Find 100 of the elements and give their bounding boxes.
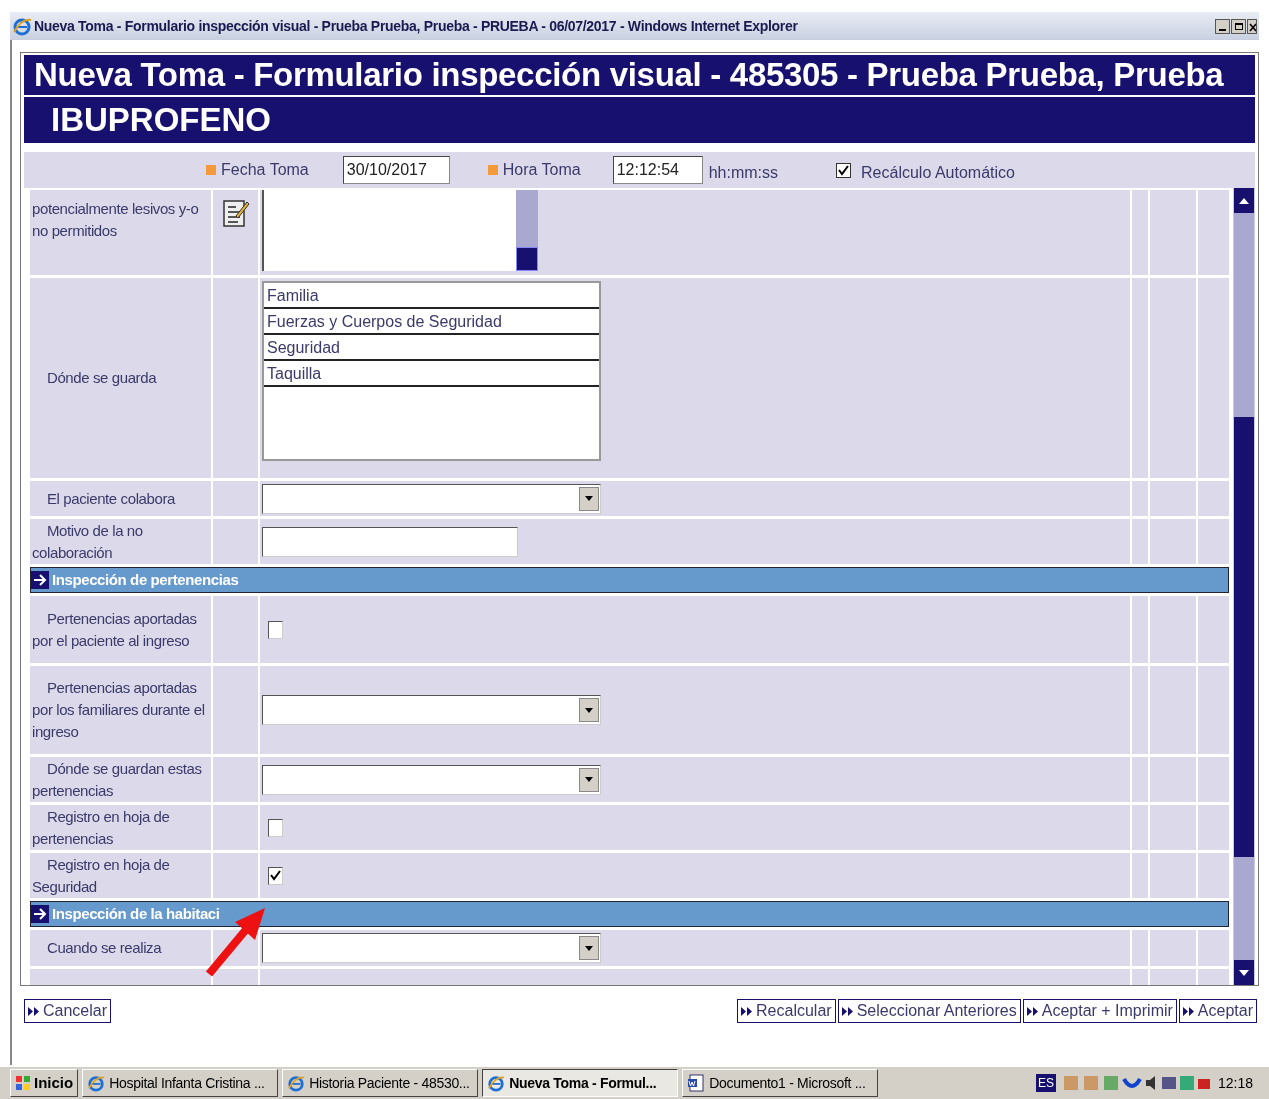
field-label: El paciente colabora bbox=[46, 488, 175, 509]
field-label: Dónde se guarda bbox=[46, 368, 157, 388]
dropdown[interactable] bbox=[262, 483, 601, 514]
checkbox-label: Recálculo Automático bbox=[861, 163, 1015, 183]
field-label: Fecha Toma bbox=[221, 160, 309, 180]
text-area-scrollbar[interactable] bbox=[516, 190, 538, 271]
table-cell bbox=[1132, 757, 1148, 802]
text-field[interactable] bbox=[262, 526, 518, 557]
table-cell bbox=[1132, 596, 1148, 663]
checkbox[interactable] bbox=[268, 620, 283, 639]
field-label: Pertenencias aportadas por los familiares durante el ingreso bbox=[32, 678, 206, 742]
auto-recalc-checkbox[interactable] bbox=[836, 162, 852, 178]
table-cell bbox=[1150, 930, 1196, 966]
table-cell bbox=[1198, 757, 1229, 802]
form-button[interactable]: Recalcular bbox=[737, 999, 836, 1023]
checkbox[interactable] bbox=[268, 866, 283, 885]
window-title: Nueva Toma - Formulario inspección visual - Prueba Prueba, Prueba - PRUEBA - 06/07/2017 - Windows Internet Explorer bbox=[34, 16, 798, 36]
time-field[interactable]: 12:12:54 bbox=[612, 156, 703, 184]
browser-icon bbox=[87, 1074, 106, 1092]
table-cell bbox=[213, 757, 258, 802]
start-button[interactable]: Inicio bbox=[10, 1069, 79, 1097]
date-field[interactable]: 30/10/2017 bbox=[342, 156, 450, 184]
double-arrow-icon bbox=[1026, 1006, 1038, 1016]
required-icon bbox=[206, 165, 216, 175]
arrow-up-icon bbox=[1239, 197, 1249, 204]
taskbar-item[interactable]: Nueva Toma - Formul... bbox=[482, 1069, 679, 1097]
table-cell bbox=[213, 969, 258, 985]
table-cell bbox=[1198, 930, 1229, 966]
dropdown[interactable] bbox=[262, 695, 601, 725]
table-cell bbox=[1132, 853, 1148, 898]
table-cell bbox=[213, 481, 258, 516]
table-cell bbox=[1132, 481, 1148, 516]
list-option[interactable]: Fuerzas y Cuerpos de Seguridad bbox=[264, 309, 599, 335]
table-cell bbox=[1150, 805, 1196, 850]
notepad-icon[interactable] bbox=[221, 198, 250, 228]
scroll-thumb[interactable] bbox=[1234, 416, 1254, 857]
close-button[interactable] bbox=[1247, 18, 1257, 34]
table-cell bbox=[1150, 969, 1196, 985]
list-option[interactable]: Seguridad bbox=[264, 335, 599, 361]
browser-icon bbox=[487, 1074, 506, 1092]
checkbox[interactable] bbox=[268, 818, 283, 837]
double-arrow-icon bbox=[741, 1006, 753, 1016]
table-cell bbox=[213, 805, 258, 850]
double-arrow-icon bbox=[28, 1006, 39, 1016]
table-cell bbox=[1132, 519, 1148, 564]
scrollbar[interactable] bbox=[1233, 188, 1255, 985]
double-arrow-icon bbox=[841, 1006, 853, 1016]
clock: 12:18 bbox=[1217, 1073, 1253, 1093]
field-label: Registro en hoja de Seguridad bbox=[32, 854, 171, 897]
list-option[interactable]: Taquilla bbox=[264, 361, 599, 387]
table-cell bbox=[1132, 805, 1148, 850]
table-cell bbox=[1150, 481, 1196, 516]
document-icon bbox=[687, 1074, 706, 1092]
table-cell bbox=[1150, 596, 1196, 663]
taskbar-item[interactable]: Historia Paciente - 48530... bbox=[282, 1069, 479, 1097]
table-cell bbox=[213, 519, 258, 564]
minimize-button[interactable] bbox=[1215, 18, 1230, 34]
section-title: Inspección de pertenencias bbox=[52, 569, 239, 590]
arrow-right-icon bbox=[31, 571, 49, 589]
form-button[interactable]: Aceptar bbox=[1178, 999, 1257, 1023]
browser-icon bbox=[12, 16, 32, 36]
table-cell bbox=[1150, 853, 1196, 898]
form-subtitle: IBUPROFENO bbox=[50, 100, 272, 140]
form-title: Nueva Toma - Formulario inspección visual - 485305 - Prueba Prueba, Prueba bbox=[24, 55, 1255, 97]
list-option[interactable]: Familia bbox=[264, 283, 599, 309]
field-label: Cuando se realiza bbox=[46, 938, 162, 958]
time-format-hint: hh:mm:ss bbox=[708, 163, 779, 183]
list-box[interactable]: Familia Fuerzas y Cuerpos de Seguridad Seguridad Taquilla bbox=[262, 281, 601, 461]
table-cell bbox=[1150, 519, 1196, 564]
dropdown[interactable] bbox=[262, 764, 601, 795]
arrow-down-icon bbox=[1239, 969, 1249, 976]
double-arrow-icon bbox=[1182, 1006, 1194, 1016]
table-cell bbox=[1198, 853, 1229, 898]
browser-icon bbox=[287, 1074, 306, 1092]
maximize-button[interactable] bbox=[1231, 18, 1246, 34]
table-cell bbox=[1150, 757, 1196, 802]
taskbar-item[interactable]: Hospital Infanta Cristina ... bbox=[82, 1069, 279, 1097]
table-cell bbox=[1198, 969, 1229, 985]
field-label: Dónde se guardan estas pertenencias bbox=[32, 758, 203, 801]
table-cell bbox=[1132, 930, 1148, 966]
arrow-right-icon bbox=[31, 905, 49, 923]
form-button[interactable]: Seleccionar Anteriores bbox=[837, 999, 1021, 1023]
field-label: Hora Toma bbox=[502, 160, 581, 180]
table-cell bbox=[213, 853, 258, 898]
field-label: Pertenencias aportadas por el paciente al ingreso bbox=[32, 608, 198, 651]
form-button[interactable]: Aceptar + Imprimir bbox=[1022, 999, 1177, 1023]
table-cell bbox=[1198, 481, 1229, 516]
section-title: Inspección de la habitaci bbox=[52, 903, 220, 924]
scroll-down-button[interactable] bbox=[1234, 960, 1254, 985]
expand-button[interactable] bbox=[516, 247, 538, 271]
field-label: Registro en hoja de pertenencias bbox=[32, 806, 171, 849]
form-button[interactable]: Cancelar bbox=[24, 999, 112, 1023]
required-icon bbox=[487, 165, 498, 175]
dropdown[interactable] bbox=[262, 933, 601, 963]
table-cell bbox=[1198, 805, 1229, 850]
taskbar-item[interactable]: Documento1 - Microsoft ... bbox=[682, 1069, 879, 1097]
scroll-up-button[interactable] bbox=[1234, 188, 1254, 213]
language-indicator[interactable]: ES bbox=[1035, 1074, 1056, 1092]
table-cell bbox=[1132, 969, 1148, 985]
windows-logo-icon bbox=[15, 1075, 31, 1091]
